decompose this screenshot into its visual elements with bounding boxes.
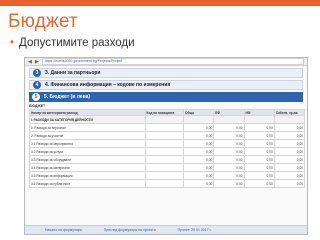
table-cell[interactable]: 0,00 xyxy=(182,147,215,156)
table-cell: 3.2 Разходи за услуги xyxy=(29,147,146,156)
table-cell[interactable]: 0,00 xyxy=(213,179,245,188)
table-cell[interactable]: 0,00 xyxy=(182,139,215,148)
table-cell[interactable]: 0,00 xyxy=(213,139,245,148)
section-partners[interactable]: 3 3. Данни за партньори xyxy=(29,68,303,78)
table-cell[interactable]: 0,00 xyxy=(182,155,215,164)
table-cell: 2. Разходи за участие xyxy=(29,131,146,140)
table-cell[interactable]: 0,00 xyxy=(243,171,275,180)
slide-title: Бюджет xyxy=(8,11,78,32)
table-cell xyxy=(182,115,215,124)
table-cell: 1. Разходи за персонал xyxy=(29,123,146,132)
footer-status: Проект: 20.01.2017 г. xyxy=(177,228,212,232)
table-cell[interactable]: 0,00 xyxy=(182,179,215,188)
bullet-text: Допустимите разходи xyxy=(19,37,135,49)
section-budget[interactable]: 5 5. Бюджет (в лева) xyxy=(29,92,303,102)
table-cell[interactable]: 0,00 xyxy=(182,163,215,172)
footer-link-start[interactable]: Начало на формуляра xyxy=(45,228,82,232)
table-cell[interactable]: 0,00 xyxy=(273,155,306,164)
forward-icon[interactable]: ▶ xyxy=(35,59,39,65)
table-cell: I. РАЗХОДИ ЗА КАТЕГОРИЯ ДЕЙНОСТИ xyxy=(29,115,146,124)
embedded-screenshot: ◀ ▶ https://eumis2020.government.bg/Proj… xyxy=(24,57,308,235)
table-row: 3.6 Разходи за публичност 0,00 0,00 0,00 0,0… xyxy=(29,179,306,188)
back-icon[interactable]: ◀ xyxy=(28,59,32,65)
table-cell[interactable]: 0,00 xyxy=(273,147,306,156)
table-cell[interactable]: 0,00 xyxy=(213,171,245,180)
table-cell: 3.5 Разходи за информация xyxy=(29,171,146,180)
table-cell xyxy=(144,171,184,180)
table-row: 3.4 Разходи за материали 0,00 0,00 0,00 0,00 xyxy=(29,163,306,172)
table-row: 3.2 Разходи за услуги 0,00 0,00 0,00 0,00 xyxy=(29,147,306,156)
table-cell[interactable]: 0,00 xyxy=(243,147,275,156)
table-cell xyxy=(144,139,184,148)
table-cell[interactable]: 0,00 xyxy=(243,131,275,140)
table-cell xyxy=(213,115,245,124)
form-footer: Начало на формуляра Преглед формуляра на… xyxy=(25,225,307,234)
table-cell xyxy=(273,115,306,124)
budget-table: Номер на категорията разход Код на позиц… xyxy=(29,109,306,188)
table-cell[interactable]: 0,00 xyxy=(243,123,275,132)
section-number: 4 xyxy=(33,81,41,89)
table-cell[interactable]: 0,00 xyxy=(273,171,306,180)
section-number: 3 xyxy=(33,69,41,77)
slide-bullet: • Допустимите разходи xyxy=(10,37,135,49)
table-cell xyxy=(144,163,184,172)
table-cell: 3.6 Разходи за публичност xyxy=(29,179,146,188)
table-cell[interactable]: 0,00 xyxy=(182,171,215,180)
section-number: 5 xyxy=(32,93,40,101)
table-cell[interactable]: 0,00 xyxy=(213,131,245,140)
table-cell[interactable]: 0,00 xyxy=(273,139,306,148)
table-cell[interactable]: 0,00 xyxy=(213,163,245,172)
table-cell[interactable]: 0,00 xyxy=(273,179,306,188)
table-cell[interactable]: 0,00 xyxy=(273,123,306,132)
table-cell xyxy=(144,115,184,124)
table-cell[interactable]: 0,00 xyxy=(243,139,275,148)
table-cell[interactable]: 0,00 xyxy=(273,163,306,172)
table-cell[interactable]: 0,00 xyxy=(213,155,245,164)
footer-link-preview[interactable]: Преглед формуляра на проекта xyxy=(104,228,156,232)
table-cell[interactable]: 0,00 xyxy=(273,131,306,140)
slide-top-bar xyxy=(0,0,320,6)
table-cell: 3.4 Разходи за материали xyxy=(29,163,146,172)
browser-address-bar: ◀ ▶ https://eumis2020.government.bg/Proj… xyxy=(25,58,307,66)
table-cell[interactable]: 0,00 xyxy=(243,179,275,188)
table-cell xyxy=(144,179,184,188)
bullet-marker: • xyxy=(10,37,15,49)
table-cell[interactable]: 0,00 xyxy=(243,155,275,164)
table-group-row: I. РАЗХОДИ ЗА КАТЕГОРИЯ ДЕЙНОСТИ xyxy=(29,115,306,124)
section-label: 3. Данни за партньори xyxy=(45,70,101,76)
table-cell xyxy=(144,123,184,132)
table-cell[interactable]: 0,00 xyxy=(182,131,215,140)
table-cell[interactable]: 0,00 xyxy=(243,163,275,172)
table-cell xyxy=(144,155,184,164)
section-label: 5. Бюджет (в лева) xyxy=(44,94,91,100)
section-financial-info[interactable]: 4 4. Финансова информация – кодове по из… xyxy=(29,80,303,90)
table-cell xyxy=(243,115,275,124)
table-row: 2. Разходи за участие 0,00 0,00 0,00 0,00 xyxy=(29,131,306,140)
table-cell xyxy=(144,131,184,140)
section-label: 4. Финансова информация – кодове по изме… xyxy=(45,82,171,88)
table-cell: 3.1 Разходи за мероприятия xyxy=(29,139,146,148)
table-cell xyxy=(144,147,184,156)
table-cell[interactable]: 0,00 xyxy=(213,123,245,132)
table-row: 3.1 Разходи за мероприятия 0,00 0,00 0,00 0,… xyxy=(29,139,306,148)
table-cell: 3.3 Разходи за оборудване xyxy=(29,155,146,164)
table-row: 1. Разходи за персонал 0,00 0,00 0,00 0,00 xyxy=(29,123,306,132)
table-cell[interactable]: 0,00 xyxy=(213,147,245,156)
table-row: 3.3 Разходи за оборудване 0,00 0,00 0,00 0,0… xyxy=(29,155,306,164)
url-field[interactable]: https://eumis2020.government.bg/Projects… xyxy=(41,58,304,65)
table-row: 3.5 Разходи за информация 0,00 0,00 0,00 0,0… xyxy=(29,171,306,180)
table-cell[interactable]: 0,00 xyxy=(182,123,215,132)
